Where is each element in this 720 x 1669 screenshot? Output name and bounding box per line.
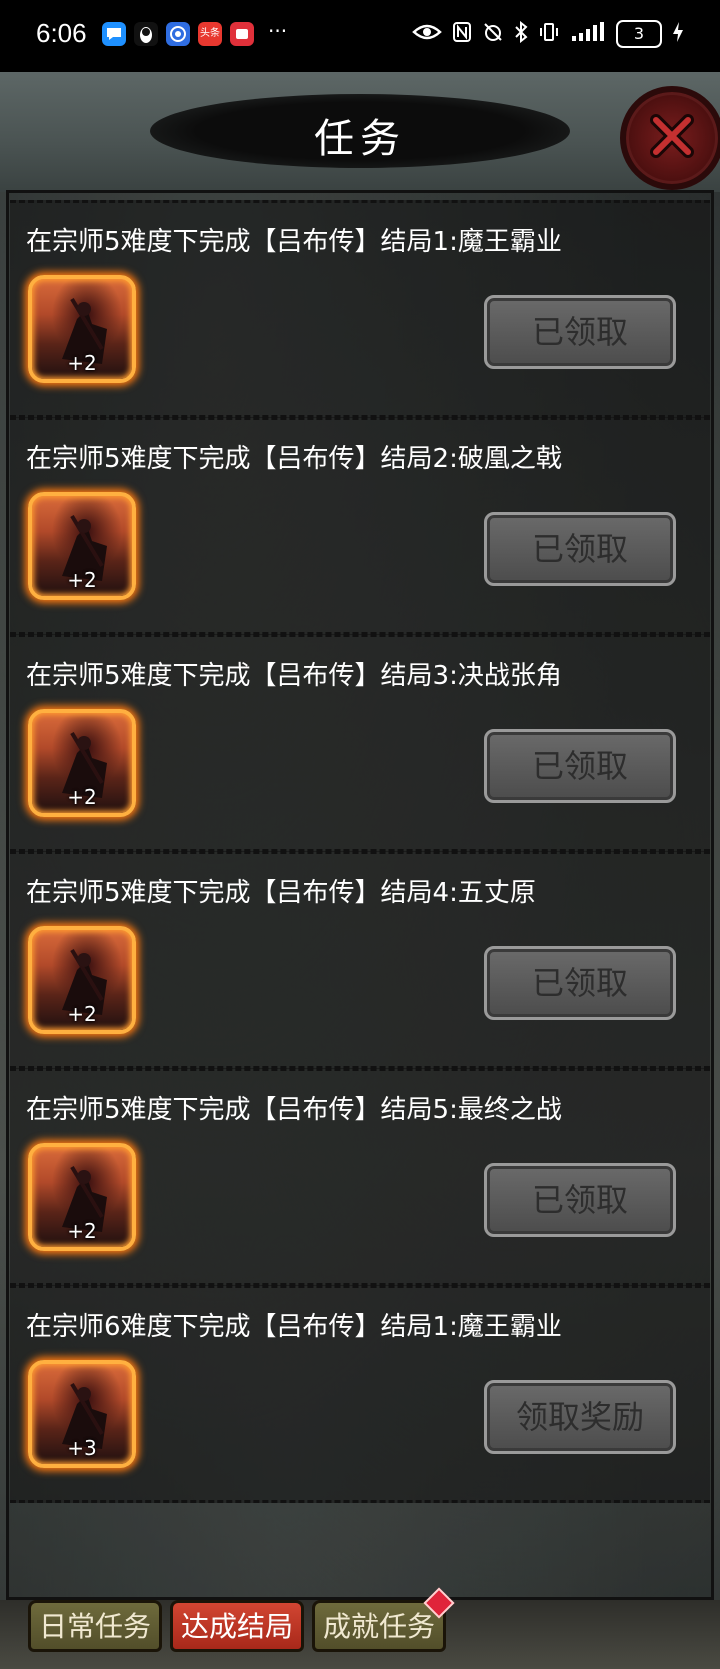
status-time: 6:06 (36, 18, 87, 48)
system-icons: 3 (412, 20, 684, 48)
reward-item[interactable]: +2 (28, 1143, 136, 1251)
task-description: 在宗师6难度下完成【吕布传】结局1:魔王霸业 (26, 1312, 562, 1342)
chat-bubble-icon (102, 22, 126, 46)
reward-item[interactable]: +2 (28, 926, 136, 1034)
reward-count: +2 (67, 1219, 97, 1243)
claimed-button[interactable]: 已领取 (484, 512, 676, 586)
header-bar: 任务 (0, 72, 720, 192)
claimed-button[interactable]: 已领取 (484, 1163, 676, 1237)
close-button[interactable] (620, 86, 720, 190)
bluetooth-icon (514, 20, 528, 48)
task-item: 在宗师6难度下完成【吕布传】结局1:魔王霸业 +3 领取奖励 (10, 1285, 710, 1503)
tab-daily-tasks[interactable]: 日常任务 (28, 1600, 162, 1652)
vibrate-icon (538, 21, 560, 48)
red-app-icon (230, 22, 254, 46)
tab-endings-achieved[interactable]: 达成结局 (170, 1600, 304, 1652)
task-item: 在宗师5难度下完成【吕布传】结局4:五丈原 +2 已领取 (10, 851, 710, 1069)
reward-count: +2 (67, 351, 97, 375)
more-notifications: ··· (268, 19, 288, 43)
close-x-icon (644, 108, 700, 168)
task-description: 在宗师5难度下完成【吕布传】结局3:决战张角 (26, 661, 562, 691)
toutiao-icon: 头条 (198, 22, 222, 46)
reward-count: +2 (67, 568, 97, 592)
browser-icon (166, 22, 190, 46)
task-description: 在宗师5难度下完成【吕布传】结局4:五丈原 (26, 878, 536, 908)
battery-indicator: 3 (616, 20, 662, 48)
claimed-button[interactable]: 已领取 (484, 295, 676, 369)
reward-count: +2 (67, 785, 97, 809)
eye-icon (412, 22, 442, 47)
claimed-button[interactable]: 已领取 (484, 729, 676, 803)
tab-bar: 日常任务 达成结局 成就任务 (0, 1587, 720, 1669)
task-item: 在宗师5难度下完成【吕布传】结局5:最终之战 +2 已领取 (10, 1068, 710, 1286)
task-description: 在宗师5难度下完成【吕布传】结局1:魔王霸业 (26, 227, 562, 257)
reward-item[interactable]: +2 (28, 709, 136, 817)
task-item: 在宗师5难度下完成【吕布传】结局1:魔王霸业 +2 已领取 (10, 200, 710, 418)
task-item: 在宗师5难度下完成【吕布传】结局2:破凰之戟 +2 已领取 (10, 417, 710, 635)
claim-reward-button[interactable]: 领取奖励 (484, 1380, 676, 1454)
reward-item[interactable]: +2 (28, 492, 136, 600)
signal-icon (570, 21, 606, 47)
charging-icon (672, 21, 684, 48)
status-bar: 6:06 头条 ··· 3 (0, 0, 720, 72)
reward-item[interactable]: +3 (28, 1360, 136, 1468)
reward-count: +2 (67, 1002, 97, 1026)
reward-item[interactable]: +2 (28, 275, 136, 383)
task-item: 在宗师5难度下完成【吕布传】结局3:决战张角 +2 已领取 (10, 634, 710, 852)
alarm-off-icon (482, 21, 504, 48)
nfc-icon (452, 21, 472, 48)
claimed-button[interactable]: 已领取 (484, 946, 676, 1020)
task-description: 在宗师5难度下完成【吕布传】结局5:最终之战 (26, 1095, 562, 1125)
reward-count: +3 (67, 1436, 97, 1460)
tab-achievement-tasks[interactable]: 成就任务 (312, 1600, 446, 1652)
page-title: 任务 (314, 116, 406, 162)
notification-icons: 头条 ··· (102, 19, 288, 46)
task-description: 在宗师5难度下完成【吕布传】结局2:破凰之戟 (26, 444, 562, 474)
penguin-icon (134, 22, 158, 46)
